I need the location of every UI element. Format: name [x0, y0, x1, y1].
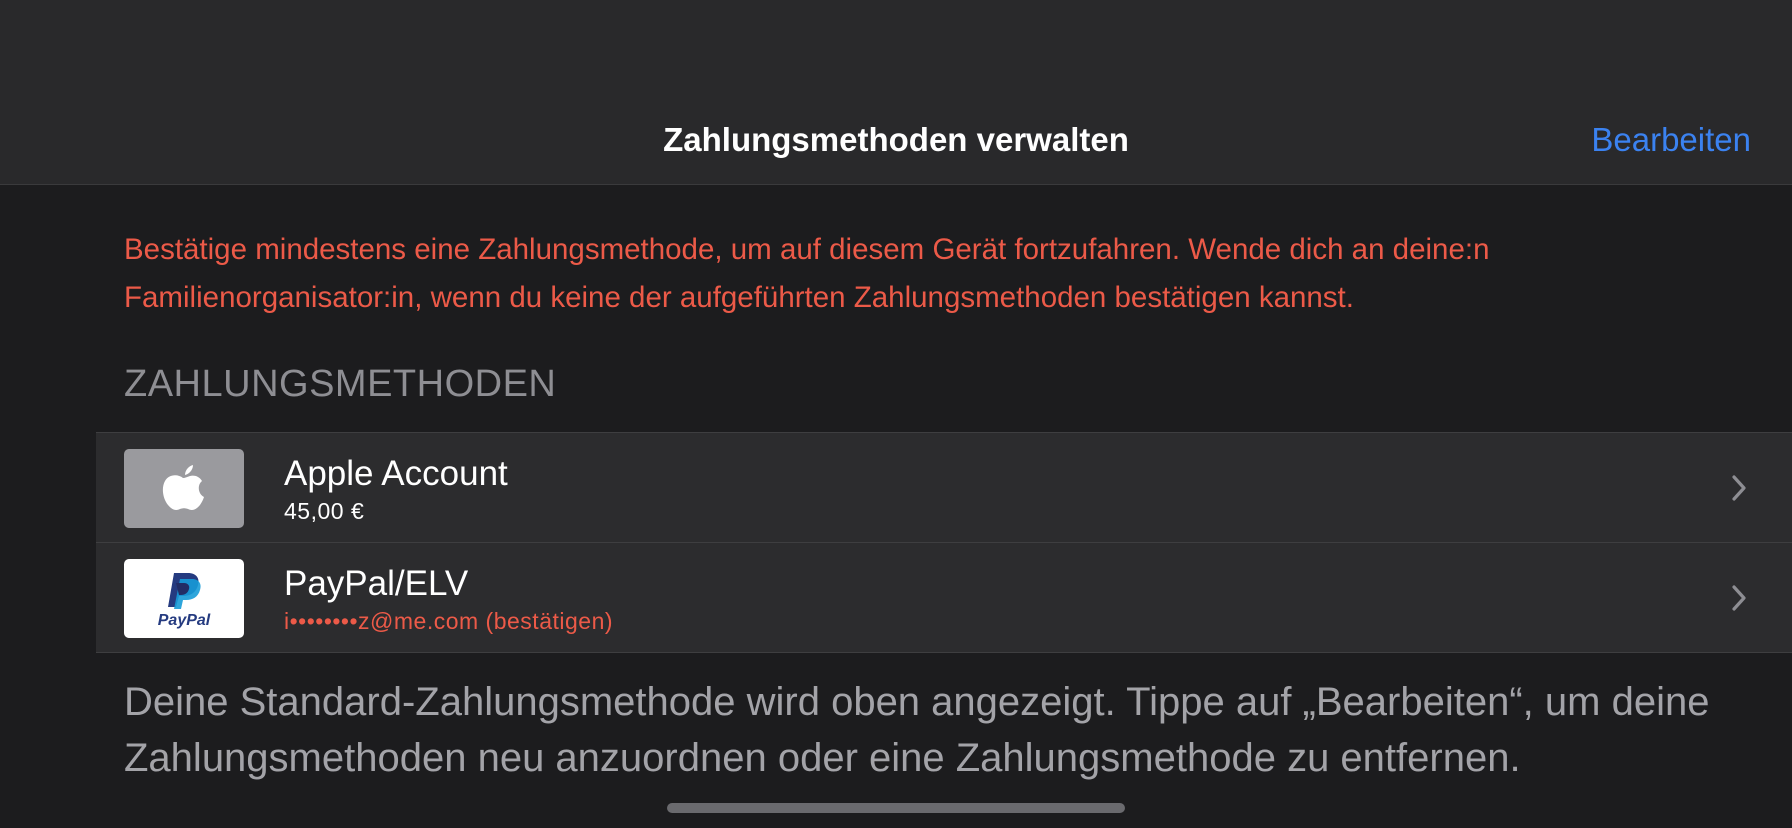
- verification-warning: Bestätige mindestens eine Zahlungsmethod…: [124, 233, 1490, 314]
- screen: Zahlungsmethoden verwalten Bearbeiten Be…: [0, 0, 1792, 828]
- paypal-logo-text: PayPal: [158, 612, 211, 629]
- payment-method-balance: 45,00 €: [284, 498, 365, 524]
- page-title: Zahlungsmethoden verwalten: [663, 121, 1129, 158]
- payment-method-apple-account[interactable]: Apple Account 45,00 €: [96, 433, 1792, 542]
- payment-method-account-email: i••••••••z@me.com (bestätigen): [284, 608, 614, 634]
- paypal-logo-icon: PayPal: [124, 559, 244, 638]
- payment-method-paypal[interactable]: PayPal PayPal/ELV i••••••••z@me.com (bes…: [96, 542, 1792, 652]
- navigation-bar: Zahlungsmethoden verwalten Bearbeiten: [0, 0, 1792, 185]
- edit-button[interactable]: Bearbeiten: [1591, 120, 1751, 160]
- chevron-right-icon: [1732, 475, 1746, 501]
- payment-methods-list: Apple Account 45,00 € PayPal PayPal/ELV …: [96, 432, 1792, 653]
- chevron-right-icon: [1732, 585, 1746, 611]
- home-indicator[interactable]: [667, 803, 1125, 813]
- payment-method-title: PayPal/ELV: [284, 564, 469, 603]
- section-header: ZAHLUNGSMETHODEN: [124, 363, 557, 405]
- payment-method-title: Apple Account: [284, 454, 508, 493]
- footer-hint: Deine Standard-Zahlungsmethode wird oben…: [124, 680, 1710, 780]
- apple-logo-icon: [124, 449, 244, 528]
